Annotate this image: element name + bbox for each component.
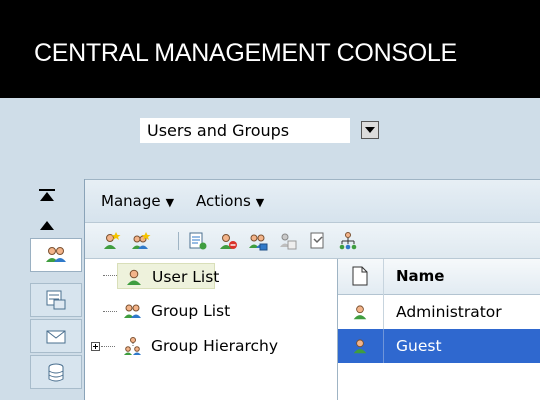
- row-type-cell: [338, 295, 384, 329]
- properties-icon[interactable]: [188, 231, 208, 251]
- collapse-up-icon[interactable]: [38, 218, 56, 234]
- server-list-icon: [46, 290, 66, 310]
- caret-down-icon: ▼: [165, 196, 175, 209]
- tree-connector: [103, 311, 117, 312]
- collapse-all-icon[interactable]: [38, 188, 56, 204]
- database-icon: [48, 363, 64, 382]
- table-row[interactable]: Administrator: [338, 295, 540, 329]
- envelope-icon: [46, 330, 66, 344]
- tree-item-group-list[interactable]: Group List: [117, 298, 287, 324]
- tree-item-label: User List: [152, 268, 220, 286]
- user-icon: [353, 339, 367, 354]
- tree-item-user-list[interactable]: User List: [117, 263, 219, 289]
- tab-inbox[interactable]: [30, 319, 82, 353]
- actions-menu[interactable]: Actions ▼: [196, 192, 264, 210]
- group-hierarchy-icon: [124, 337, 141, 355]
- actions-menu-label: Actions: [196, 192, 251, 210]
- import-icon[interactable]: [308, 231, 328, 251]
- group-icon: [124, 304, 141, 318]
- name-column-header[interactable]: Name: [396, 267, 444, 285]
- copy-icon[interactable]: [278, 231, 298, 251]
- section-select-value[interactable]: Users and Groups: [140, 118, 350, 143]
- app-title: CENTRAL MANAGEMENT CONSOLE: [34, 39, 457, 67]
- type-column-header[interactable]: [338, 259, 384, 295]
- hierarchy-icon[interactable]: [338, 231, 358, 251]
- account-manager-icon[interactable]: [248, 231, 268, 251]
- dropdown-arrow-icon[interactable]: [361, 121, 379, 139]
- row-type-cell: [338, 329, 384, 363]
- menu-bar: Manage ▼ Actions ▼: [85, 179, 540, 223]
- tab-database[interactable]: [30, 355, 82, 389]
- remove-user-icon[interactable]: [218, 231, 238, 251]
- manage-menu[interactable]: Manage ▼: [101, 192, 174, 210]
- tree-item-label: Group List: [151, 302, 231, 320]
- tab-users-groups[interactable]: [30, 238, 82, 272]
- row-name: Administrator: [396, 303, 502, 321]
- user-icon: [353, 305, 367, 320]
- users-icon: [46, 247, 66, 262]
- caret-down-icon: ▼: [255, 196, 265, 209]
- tree-item-group-hierarchy[interactable]: Group Hierarchy: [117, 333, 327, 359]
- new-user-icon[interactable]: [101, 231, 121, 251]
- new-group-icon[interactable]: [131, 231, 151, 251]
- tree-connector: [101, 346, 115, 347]
- document-icon: [352, 266, 368, 286]
- app-header: CENTRAL MANAGEMENT CONSOLE: [0, 0, 540, 98]
- toolbar: [85, 223, 540, 259]
- users-grid: Name Administrator Guest: [337, 259, 540, 400]
- grid-header: Name: [338, 259, 540, 295]
- tab-servers[interactable]: [30, 283, 82, 317]
- tree-connector: [103, 275, 117, 276]
- tree-item-label: Group Hierarchy: [151, 337, 279, 355]
- section-select[interactable]: Users and Groups: [140, 118, 387, 143]
- user-icon: [127, 269, 141, 285]
- navigation-tree: User List Group List Group Hierarchy: [85, 259, 335, 400]
- expand-icon[interactable]: [91, 342, 100, 351]
- table-row-selected[interactable]: Guest: [338, 329, 540, 363]
- row-name: Guest: [396, 337, 442, 355]
- manage-menu-label: Manage: [101, 192, 161, 210]
- toolbar-separator: [178, 232, 179, 250]
- main-panel: Manage ▼ Actions ▼ User List Group List …: [84, 179, 540, 400]
